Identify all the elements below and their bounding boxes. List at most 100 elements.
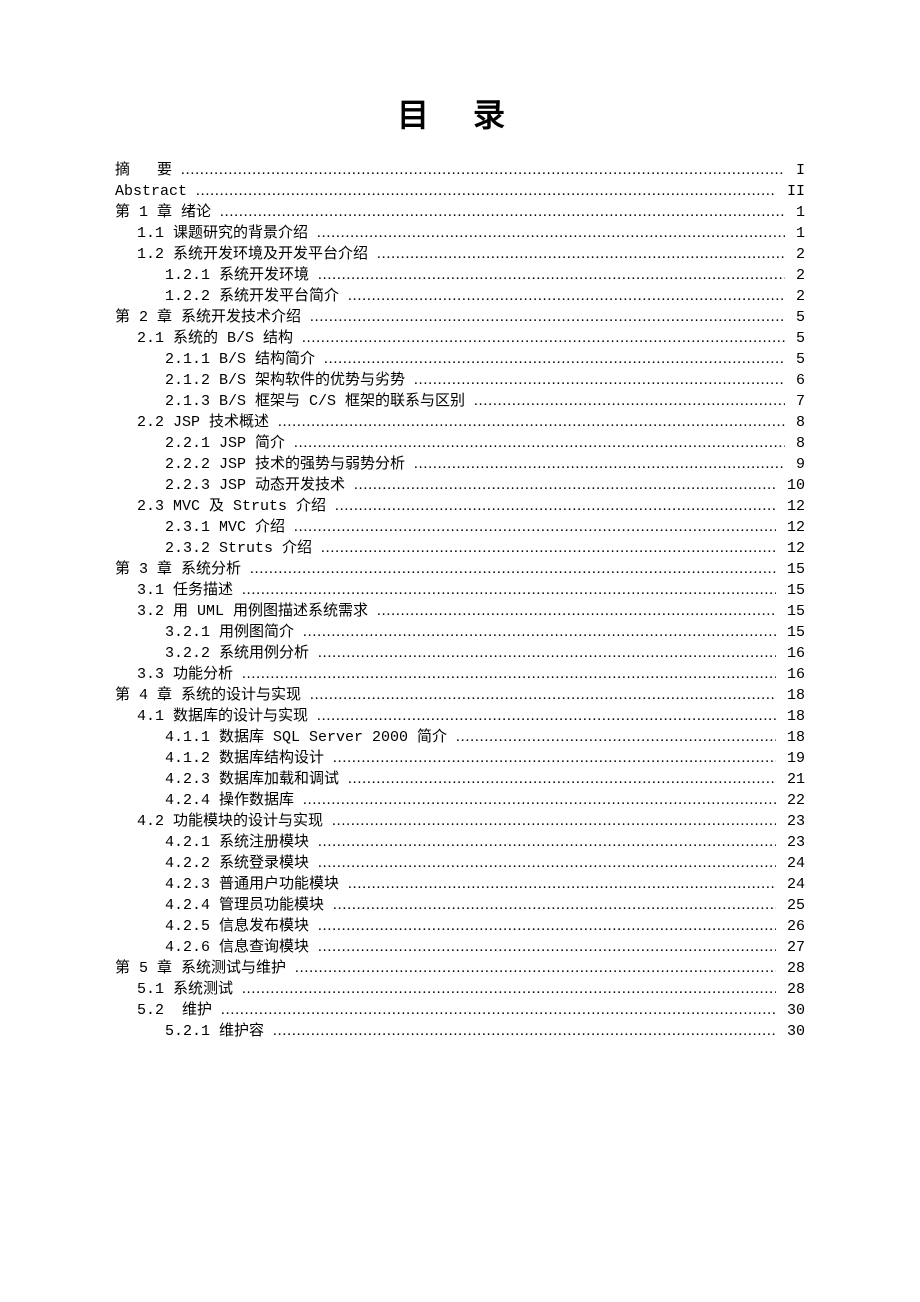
- toc-leader-dots: [303, 790, 776, 811]
- toc-entry[interactable]: 4.2.2 系统登录模块 24: [115, 853, 805, 874]
- toc-entry-label: 2.1.3 B/S 框架与 C/S 框架的联系与区别: [165, 391, 474, 412]
- toc-leader-dots: [317, 223, 785, 244]
- toc-leader-dots: [348, 769, 776, 790]
- toc-entry-label: 2.3.2 Struts 介绍: [165, 538, 321, 559]
- toc-leader-dots: [333, 895, 776, 916]
- toc-entry[interactable]: 2.3 MVC 及 Struts 介绍 12: [115, 496, 805, 517]
- toc-entry[interactable]: 1.2.2 系统开发平台简介 2: [115, 286, 805, 307]
- toc-entry-page: 21: [776, 769, 805, 790]
- toc-entry-page: 15: [776, 622, 805, 643]
- toc-entry-label: 4.2.2 系统登录模块: [165, 853, 318, 874]
- toc-entry-label: 1.2.1 系统开发环境: [165, 265, 318, 286]
- toc-entry[interactable]: 3.2 用 UML 用例图描述系统需求 15: [115, 601, 805, 622]
- toc-entry-page: 16: [776, 643, 805, 664]
- toc-entry[interactable]: 4.2.5 信息发布模块 26: [115, 916, 805, 937]
- toc-entry-page: 9: [785, 454, 805, 475]
- toc-entry[interactable]: 4.2 功能模块的设计与实现 23: [115, 811, 805, 832]
- toc-leader-dots: [278, 412, 785, 433]
- toc-entry[interactable]: 2.3.1 MVC 介绍 12: [115, 517, 805, 538]
- toc-entry[interactable]: 第 4 章 系统的设计与实现 18: [115, 685, 805, 706]
- toc-entry-page: I: [785, 160, 805, 181]
- toc-entry[interactable]: 3.2.1 用例图简介 15: [115, 622, 805, 643]
- toc-leader-dots: [318, 832, 776, 853]
- toc-entry-page: 26: [776, 916, 805, 937]
- toc-entry[interactable]: 第 3 章 系统分析 15: [115, 559, 805, 580]
- toc-entry-page: 16: [776, 664, 805, 685]
- toc-entry[interactable]: 2.2.3 JSP 动态开发技术 10: [115, 475, 805, 496]
- toc-entry-page: 6: [785, 370, 805, 391]
- toc-leader-dots: [332, 811, 776, 832]
- toc-entry-page: 18: [776, 706, 805, 727]
- toc-entry[interactable]: 4.1.2 数据库结构设计 19: [115, 748, 805, 769]
- toc-entry[interactable]: 4.1 数据库的设计与实现 18: [115, 706, 805, 727]
- toc-entry-page: 28: [776, 979, 805, 1000]
- toc-entry[interactable]: 第 2 章 系统开发技术介绍 5: [115, 307, 805, 328]
- toc-entry[interactable]: 2.1.2 B/S 架构软件的优势与劣势 6: [115, 370, 805, 391]
- toc-entry[interactable]: 2.1.1 B/S 结构简介 5: [115, 349, 805, 370]
- toc-leader-dots: [242, 979, 776, 1000]
- toc-entry-label: 2.2.1 JSP 简介: [165, 433, 294, 454]
- toc-entry-page: 24: [776, 874, 805, 895]
- toc-entry-label: 第 4 章 系统的设计与实现: [115, 685, 310, 706]
- toc-entry-label: 第 3 章 系统分析: [115, 559, 250, 580]
- toc-entry[interactable]: 4.2.3 普通用户功能模块 24: [115, 874, 805, 895]
- toc-entry-page: 1: [785, 202, 805, 223]
- toc-entry-label: 3.2.1 用例图简介: [165, 622, 303, 643]
- toc-leader-dots: [333, 748, 776, 769]
- toc-entry-label: 摘 要: [115, 160, 181, 181]
- toc-entry[interactable]: 第 1 章 绪论 1: [115, 202, 805, 223]
- toc-entry[interactable]: 2.2 JSP 技术概述 8: [115, 412, 805, 433]
- toc-entry[interactable]: 3.1 任务描述 15: [115, 580, 805, 601]
- toc-leader-dots: [317, 706, 776, 727]
- toc-leader-dots: [377, 244, 785, 265]
- toc-entry[interactable]: 4.2.4 管理员功能模块 25: [115, 895, 805, 916]
- toc-entry[interactable]: 5.2 维护 30: [115, 1000, 805, 1021]
- toc-leader-dots: [377, 601, 776, 622]
- toc-entry[interactable]: 摘 要 I: [115, 160, 805, 181]
- toc-entry[interactable]: 2.1.3 B/S 框架与 C/S 框架的联系与区别 7: [115, 391, 805, 412]
- toc-leader-dots: [335, 496, 776, 517]
- toc-entry[interactable]: 1.1 课题研究的背景介绍 1: [115, 223, 805, 244]
- toc-entry-label: 4.1.2 数据库结构设计: [165, 748, 333, 769]
- toc-entry[interactable]: 4.2.4 操作数据库 22: [115, 790, 805, 811]
- toc-entry[interactable]: Abstract II: [115, 181, 805, 202]
- toc-entry-page: 19: [776, 748, 805, 769]
- toc-entry[interactable]: 5.2.1 维护容 30: [115, 1021, 805, 1042]
- toc-entry-label: 5.2 维护: [137, 1000, 221, 1021]
- toc-leader-dots: [474, 391, 785, 412]
- toc-entry[interactable]: 2.2.2 JSP 技术的强势与弱势分析 9: [115, 454, 805, 475]
- toc-entry[interactable]: 3.3 功能分析 16: [115, 664, 805, 685]
- toc-entry-label: 3.2 用 UML 用例图描述系统需求: [137, 601, 377, 622]
- toc-entry-page: 25: [776, 895, 805, 916]
- toc-entry[interactable]: 2.3.2 Struts 介绍 12: [115, 538, 805, 559]
- toc-entry[interactable]: 1.2 系统开发环境及开发平台介绍 2: [115, 244, 805, 265]
- toc-entry[interactable]: 1.2.1 系统开发环境 2: [115, 265, 805, 286]
- toc-entry-label: 4.2 功能模块的设计与实现: [137, 811, 332, 832]
- toc-leader-dots: [303, 622, 776, 643]
- toc-entry-page: 23: [776, 811, 805, 832]
- toc-entry[interactable]: 4.2.3 数据库加载和调试 21: [115, 769, 805, 790]
- toc-entry[interactable]: 4.1.1 数据库 SQL Server 2000 简介 18: [115, 727, 805, 748]
- toc-entry-label: 3.3 功能分析: [137, 664, 242, 685]
- page: 目 录 摘 要 IAbstract II第 1 章 绪论 11.1 课题研究的背…: [0, 0, 920, 1302]
- toc-entry-page: 18: [776, 727, 805, 748]
- toc-entry-label: 3.1 任务描述: [137, 580, 242, 601]
- toc-leader-dots: [348, 874, 776, 895]
- toc-entry-page: 18: [776, 685, 805, 706]
- toc-entry-label: 4.2.4 操作数据库: [165, 790, 303, 811]
- toc-entry[interactable]: 4.2.1 系统注册模块 23: [115, 832, 805, 853]
- toc-entry[interactable]: 5.1 系统测试 28: [115, 979, 805, 1000]
- toc-entry[interactable]: 3.2.2 系统用例分析 16: [115, 643, 805, 664]
- toc-entry-label: 第 1 章 绪论: [115, 202, 220, 223]
- toc-entry-label: 2.1.1 B/S 结构简介: [165, 349, 324, 370]
- toc-leader-dots: [250, 559, 776, 580]
- toc-entry-page: 2: [785, 244, 805, 265]
- toc-entry-page: 8: [785, 412, 805, 433]
- toc-entry[interactable]: 第 5 章 系统测试与维护 28: [115, 958, 805, 979]
- toc-entry[interactable]: 4.2.6 信息查询模块 27: [115, 937, 805, 958]
- toc-entry[interactable]: 2.2.1 JSP 简介 8: [115, 433, 805, 454]
- toc-entry-page: 12: [776, 517, 805, 538]
- toc-leader-dots: [318, 643, 776, 664]
- toc-entry[interactable]: 2.1 系统的 B/S 结构 5: [115, 328, 805, 349]
- toc-entry-label: 2.2 JSP 技术概述: [137, 412, 278, 433]
